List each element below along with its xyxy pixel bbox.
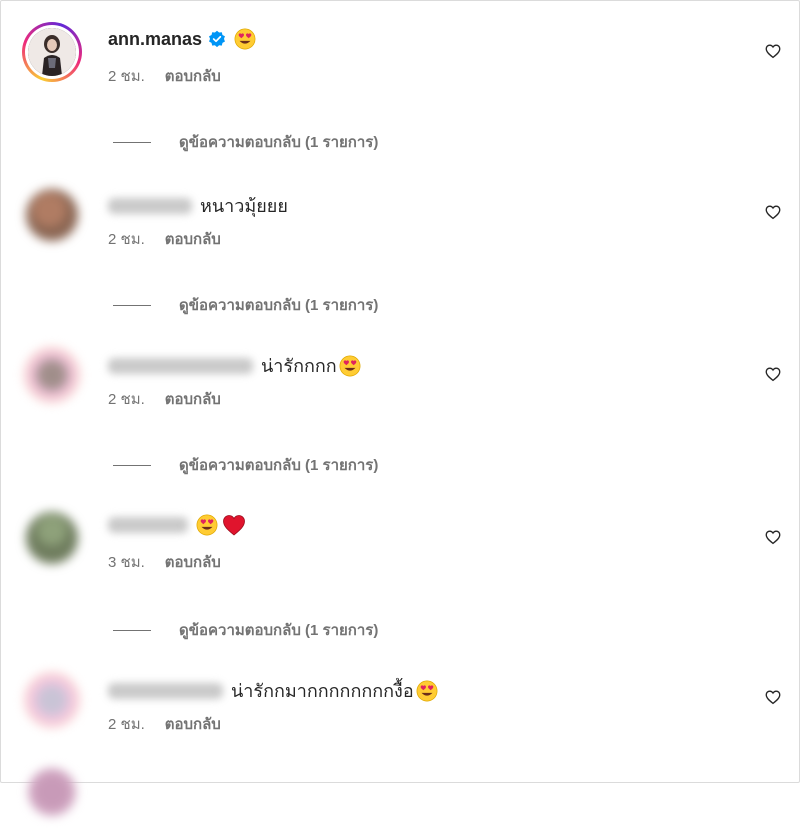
comment-header: น่ารักกมากกกกกกกกงื้อ [108,676,438,705]
heart-outline-icon[interactable] [764,365,782,383]
comment-meta: 2 ชม. ตอบกลับ [108,227,221,251]
replies-divider [113,629,151,631]
avatar[interactable] [22,670,82,730]
comment-meta: 2 ชม. ตอบกลับ [108,712,221,736]
heart-eyes-emoji-icon [234,28,256,50]
comment-time: 2 ชม. [108,391,145,408]
comment-time: 2 ชม. [108,68,145,85]
avatar[interactable] [22,22,82,82]
comment-text: น่ารักกมากกกกกกกกงื้อ [231,681,414,701]
replies-divider [113,141,151,143]
view-replies-button[interactable]: ดูข้อความตอบกลับ (1 รายการ) [113,130,378,154]
username-blurred[interactable] [108,357,253,374]
view-replies-button[interactable]: ดูข้อความตอบกลับ (1 รายการ) [113,453,378,477]
view-replies-label: ดูข้อความตอบกลับ (1 รายการ) [179,297,379,314]
heart-eyes-emoji-icon [416,680,438,701]
avatar-next-comment[interactable] [22,768,82,828]
comment-text: น่ารักกกก [261,356,337,376]
heart-eyes-emoji-icon [339,355,361,376]
avatar[interactable] [22,345,82,405]
avatar[interactable] [22,185,82,245]
comment-time: 2 ชม. [108,716,145,733]
heart-outline-icon[interactable] [764,42,782,60]
reply-button[interactable]: ตอบกลับ [165,550,221,574]
comment-meta: 3 ชม. ตอบกลับ [108,550,221,574]
username-blurred[interactable] [108,682,223,699]
comment-header [108,514,246,536]
heart-eyes-emoji-icon [196,514,218,536]
comment-meta: 2 ชม. ตอบกลับ [108,387,221,411]
username-blurred[interactable] [108,197,192,214]
comment-header: น่ารักกกก [108,351,361,380]
replies-divider [113,464,151,466]
reply-button[interactable]: ตอบกลับ [165,227,221,251]
comment-time: 2 ชม. [108,231,145,248]
reply-button[interactable]: ตอบกลับ [165,64,221,88]
view-replies-button[interactable]: ดูข้อความตอบกลับ (1 รายการ) [113,618,378,642]
comment-header: ann.manas [108,28,256,50]
reply-button[interactable]: ตอบกลับ [165,387,221,411]
view-replies-label: ดูข้อความตอบกลับ (1 รายการ) [179,622,379,639]
username-blurred[interactable] [108,517,188,533]
view-replies-label: ดูข้อความตอบกลับ (1 รายการ) [179,457,379,474]
heart-outline-icon[interactable] [764,528,782,546]
reply-button[interactable]: ตอบกลับ [165,712,221,736]
avatar[interactable] [22,508,82,568]
heart-outline-icon[interactable] [764,688,782,706]
red-heart-emoji-icon [223,515,245,536]
comment-text: หนาวมุ้ยยย [200,196,288,216]
view-replies-label: ดูข้อความตอบกลับ (1 รายการ) [179,134,379,151]
verified-badge-icon [209,30,225,48]
username[interactable]: ann.manas [108,29,202,50]
comment-meta: 2 ชม. ตอบกลับ [108,64,221,88]
comment-time: 3 ชม. [108,554,145,571]
replies-divider [113,304,151,306]
comment-header: หนาวมุ้ยยย [108,191,288,220]
view-replies-button[interactable]: ดูข้อความตอบกลับ (1 รายการ) [113,293,378,317]
heart-outline-icon[interactable] [764,203,782,221]
